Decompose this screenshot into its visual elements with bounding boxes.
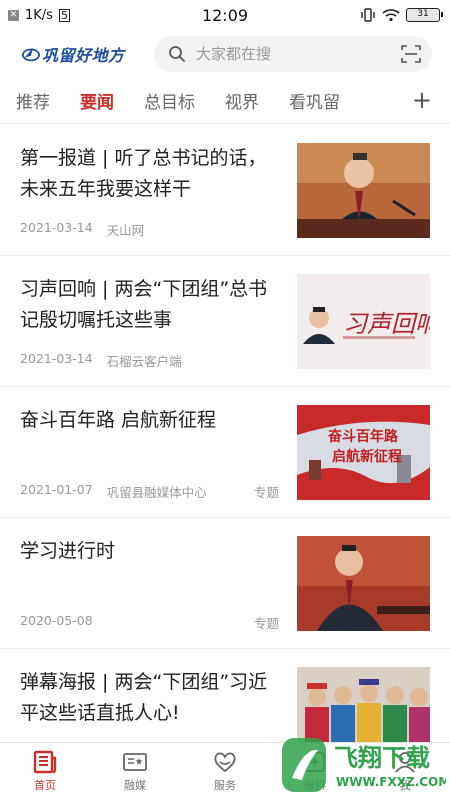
news-title: 第一报道 | 听了总书记的话，未来五年我要这样干 bbox=[20, 147, 267, 200]
svg-text:习声回响: 习声回响 bbox=[343, 310, 430, 338]
news-date: 2021-03-14 bbox=[20, 351, 93, 366]
svg-text:WWW.FXXZ.COM: WWW.FXXZ.COM bbox=[336, 775, 446, 789]
news-date: 2021-01-07 bbox=[20, 482, 93, 497]
tab-overall-goal[interactable]: 总目标 bbox=[144, 88, 195, 113]
network-speed: 1K/s bbox=[25, 7, 53, 23]
list-item[interactable]: 学习进行时 2020-05-08 专题 bbox=[0, 518, 450, 649]
media-card-icon bbox=[123, 753, 147, 771]
nav-label: 融媒 bbox=[124, 779, 146, 792]
news-list: 第一报道 | 听了总书记的话，未来五年我要这样干 2021-03-14 天山网 bbox=[0, 125, 450, 744]
tab-gongliu[interactable]: 看巩留 bbox=[289, 88, 340, 113]
logo-text: 巩留好地方 bbox=[42, 46, 125, 65]
nav-services[interactable]: 服务 bbox=[180, 743, 270, 800]
news-title: 奋斗百年路 启航新征程 bbox=[20, 409, 217, 431]
list-item[interactable]: 弹幕海报 | 两会“下团组”习近平这些话直抵人心! bbox=[0, 649, 450, 744]
site-watermark: 飞翔下载 WWW.FXXZ.COM bbox=[282, 738, 446, 792]
svg-text:奋斗百年路: 奋斗百年路 bbox=[327, 428, 399, 445]
nav-media[interactable]: 融媒 bbox=[90, 743, 180, 800]
news-source: 巩留县融媒体中心 bbox=[106, 485, 207, 500]
nav-home[interactable]: 首页 bbox=[0, 743, 90, 800]
logo-mark-icon bbox=[22, 47, 40, 62]
vibrate-icon bbox=[361, 8, 375, 22]
news-date: 2020-05-08 bbox=[20, 613, 93, 628]
news-source: 天山网 bbox=[106, 223, 145, 238]
tab-headlines[interactable]: 要闻 bbox=[80, 88, 114, 113]
news-thumbnail bbox=[297, 143, 430, 238]
battery-icon: 31 bbox=[406, 8, 443, 22]
news-thumbnail: 习声回响 bbox=[297, 274, 430, 369]
svg-text:飞翔下载: 飞翔下载 bbox=[334, 744, 430, 772]
tab-recommend[interactable]: 推荐 bbox=[16, 88, 50, 113]
search-bar[interactable] bbox=[154, 36, 432, 72]
news-thumbnail bbox=[297, 667, 430, 744]
scan-icon[interactable] bbox=[400, 43, 422, 65]
nav-label: 首页 bbox=[34, 779, 56, 792]
news-icon bbox=[33, 750, 57, 774]
channel-tabs: 推荐 要闻 总目标 视界 看巩留 bbox=[0, 78, 450, 124]
add-channel-button[interactable]: + bbox=[412, 88, 432, 112]
news-source: 石榴云客户端 bbox=[106, 354, 182, 369]
news-thumbnail: 奋斗百年路 启航新征程 bbox=[297, 405, 430, 500]
news-thumbnail bbox=[297, 536, 430, 631]
app-logo[interactable]: 巩留好地方 bbox=[22, 42, 134, 66]
app-screen: ✕ 1K/s 5 12:09 31 巩留好地方 推荐 要闻 总目标 bbox=[0, 0, 450, 800]
app-header: 巩留好地方 bbox=[0, 30, 450, 78]
nav-label: 服务 bbox=[214, 779, 236, 792]
news-date: 2021-03-14 bbox=[20, 220, 93, 235]
list-item[interactable]: 奋斗百年路 启航新征程 2021-01-07 巩留县融媒体中心 专题 奋斗百年路… bbox=[0, 387, 450, 518]
sim-icon: 5 bbox=[58, 8, 70, 22]
heart-hands-icon bbox=[214, 752, 236, 773]
topic-tag: 专题 bbox=[253, 616, 279, 631]
wifi-icon bbox=[382, 9, 400, 22]
news-title: 学习进行时 bbox=[20, 540, 116, 562]
list-item[interactable]: 习声回响 | 两会“下团组”总书记殷切嘱托这些事 2021-03-14 石榴云客… bbox=[0, 256, 450, 387]
status-bar: ✕ 1K/s 5 12:09 31 bbox=[0, 0, 450, 30]
tab-vision[interactable]: 视界 bbox=[225, 88, 259, 113]
search-icon bbox=[169, 46, 185, 62]
svg-text:启航新征程: 启航新征程 bbox=[332, 448, 402, 465]
news-title: 习声回响 | 两会“下团组”总书记殷切嘱托这些事 bbox=[20, 278, 268, 331]
search-input[interactable] bbox=[196, 45, 390, 63]
list-item[interactable]: 第一报道 | 听了总书记的话，未来五年我要这样干 2021-03-14 天山网 bbox=[0, 125, 450, 256]
news-title: 弹幕海报 | 两会“下团组”习近平这些话直抵人心! bbox=[20, 671, 268, 724]
notification-icon: ✕ bbox=[8, 9, 19, 21]
topic-tag: 专题 bbox=[253, 485, 279, 500]
